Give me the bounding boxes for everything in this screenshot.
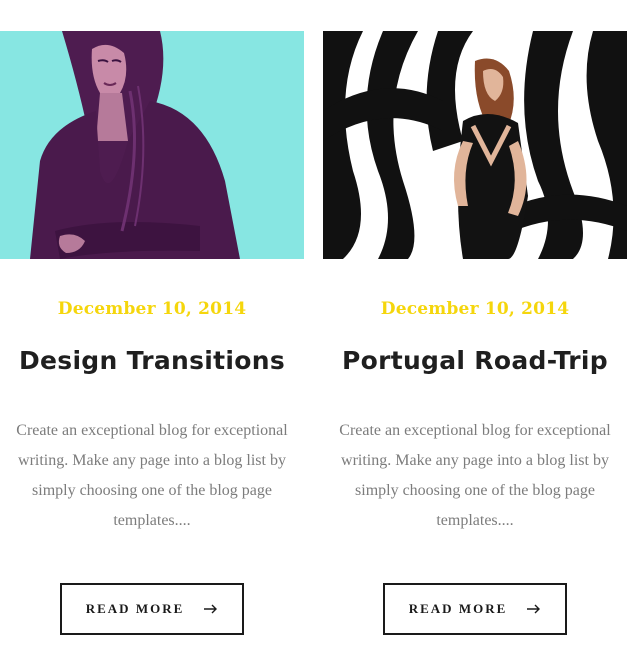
post-title[interactable]: Portugal Road-Trip: [323, 346, 627, 375]
post-excerpt: Create an exceptional blog for exception…: [16, 422, 288, 529]
post-excerpt: Create an exceptional blog for exception…: [339, 422, 611, 529]
read-more-button[interactable]: READ MORE: [383, 583, 567, 635]
post-date[interactable]: December 10, 2014: [323, 299, 627, 319]
post-thumbnail-image[interactable]: [0, 31, 304, 259]
post-title[interactable]: Design Transitions: [0, 346, 304, 375]
read-more-label: READ MORE: [408, 601, 508, 616]
blog-post-card: December 10, 2014 Design Transitions Cre…: [0, 0, 304, 672]
post-date[interactable]: December 10, 2014: [0, 299, 304, 319]
read-more-label: READ MORE: [85, 601, 185, 616]
read-more-button[interactable]: READ MORE: [60, 583, 244, 635]
arrow-right-icon: [204, 604, 218, 614]
post-thumbnail-image[interactable]: [323, 31, 627, 259]
blog-post-card: December 10, 2014 Portugal Road-Trip Cre…: [323, 0, 627, 672]
arrow-right-icon: [527, 604, 541, 614]
